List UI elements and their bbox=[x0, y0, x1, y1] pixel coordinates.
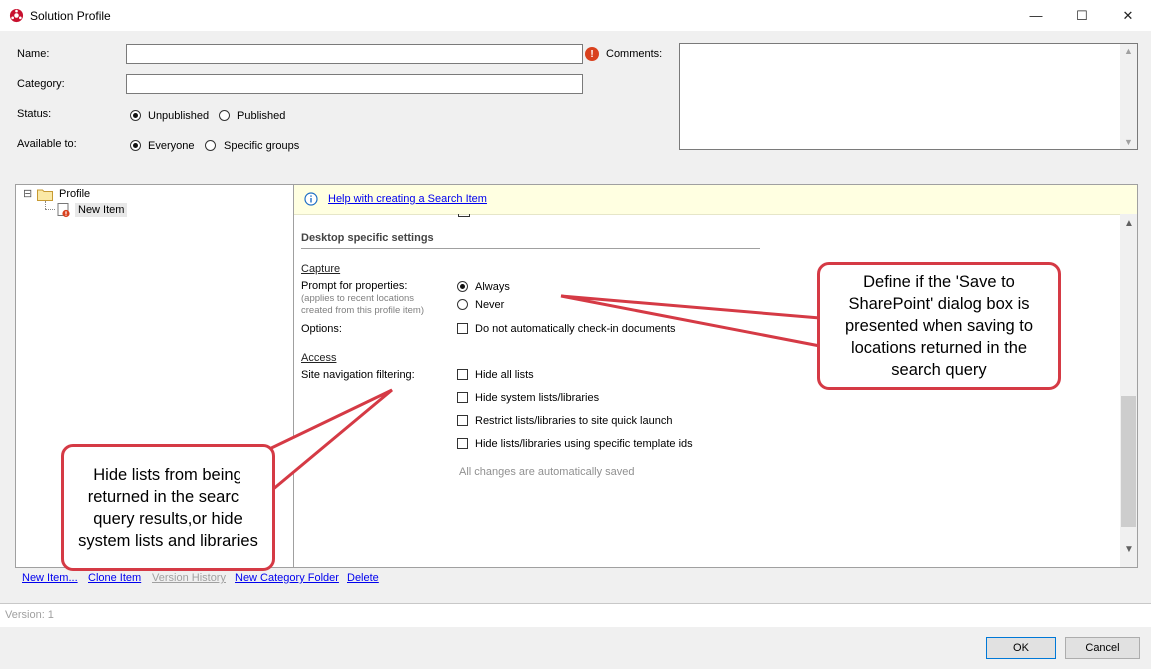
minimize-button[interactable]: — bbox=[1013, 0, 1059, 31]
restrict-quick-launch-label[interactable]: Restrict lists/libraries to site quick l… bbox=[475, 415, 672, 427]
tree-line bbox=[45, 209, 55, 210]
folder-icon bbox=[37, 189, 53, 201]
available-everyone-label[interactable]: Everyone bbox=[148, 140, 194, 152]
hide-all-lists-label[interactable]: Hide all lists bbox=[475, 369, 534, 381]
prompt-never-label[interactable]: Never bbox=[475, 299, 504, 311]
callout-join bbox=[240, 460, 270, 504]
category-input[interactable] bbox=[126, 74, 583, 94]
access-heading: Access bbox=[301, 352, 337, 364]
scroll-down-icon[interactable]: ▼ bbox=[1124, 544, 1134, 555]
callout-join bbox=[820, 306, 825, 358]
comments-label: Comments: bbox=[606, 48, 663, 60]
hide-all-lists-checkbox[interactable] bbox=[457, 369, 468, 380]
name-label: Name: bbox=[17, 48, 50, 60]
comments-textarea[interactable]: ▲ ▼ bbox=[679, 43, 1138, 150]
tree-line bbox=[45, 201, 46, 209]
comments-scrollbar[interactable]: ▲ ▼ bbox=[1120, 44, 1137, 149]
scroll-up-icon[interactable]: ▲ bbox=[1124, 46, 1133, 56]
help-link[interactable]: Help with creating a Search Item bbox=[328, 193, 487, 205]
scroll-up-icon[interactable]: ▲ bbox=[1124, 218, 1134, 229]
site-nav-label: Site navigation filtering: bbox=[301, 369, 415, 381]
scroll-down-icon[interactable]: ▼ bbox=[1124, 137, 1133, 147]
hide-template-ids-checkbox[interactable] bbox=[457, 438, 468, 449]
available-groups-radio[interactable] bbox=[205, 140, 216, 151]
prompt-note: (applies to recent locations created fro… bbox=[301, 293, 425, 316]
clone-item-link[interactable]: Clone Item bbox=[88, 572, 141, 584]
status-published-radio[interactable] bbox=[219, 110, 230, 121]
status-unpublished-radio[interactable] bbox=[130, 110, 141, 121]
autosave-note: All changes are automatically saved bbox=[459, 466, 635, 478]
scroll-thumb[interactable] bbox=[1121, 396, 1136, 527]
version-history-link: Version History bbox=[152, 572, 226, 584]
cancel-button[interactable]: Cancel bbox=[1065, 637, 1140, 659]
prompt-always-radio[interactable] bbox=[457, 281, 468, 292]
callout-prompt-explanation: Define if the 'Save to SharePoint' dialo… bbox=[817, 262, 1061, 390]
document-error-icon bbox=[57, 203, 70, 218]
clipped-checkbox bbox=[458, 214, 470, 217]
version-text: Version: 1 bbox=[5, 609, 54, 621]
status-published-label[interactable]: Published bbox=[237, 110, 285, 122]
tree-item-new-item[interactable]: New Item bbox=[75, 203, 128, 217]
delete-link[interactable]: Delete bbox=[347, 572, 379, 584]
version-bar bbox=[0, 604, 1151, 627]
name-input[interactable] bbox=[126, 44, 583, 64]
status-unpublished-label[interactable]: Unpublished bbox=[148, 110, 209, 122]
restrict-quick-launch-checkbox[interactable] bbox=[457, 415, 468, 426]
ok-button[interactable]: OK bbox=[986, 637, 1056, 659]
prompt-always-label[interactable]: Always bbox=[475, 281, 510, 293]
category-label: Category: bbox=[17, 78, 65, 90]
available-everyone-radio[interactable] bbox=[130, 140, 141, 151]
new-item-link[interactable]: New Item... bbox=[22, 572, 78, 584]
section-divider bbox=[301, 248, 760, 249]
available-label: Available to: bbox=[17, 138, 77, 150]
prompt-label: Prompt for properties: bbox=[301, 280, 408, 292]
new-category-folder-link[interactable]: New Category Folder bbox=[235, 572, 339, 584]
prompt-never-radio[interactable] bbox=[457, 299, 468, 310]
title-bar bbox=[0, 0, 1151, 31]
no-checkin-checkbox[interactable] bbox=[457, 323, 468, 334]
maximize-button[interactable]: ☐ bbox=[1059, 0, 1105, 31]
capture-heading: Capture bbox=[301, 263, 341, 275]
app-logo-icon bbox=[9, 8, 24, 23]
available-groups-label[interactable]: Specific groups bbox=[224, 140, 299, 152]
hide-system-lists-label[interactable]: Hide system lists/libraries bbox=[475, 392, 599, 404]
tree-item-profile[interactable]: Profile bbox=[59, 188, 90, 200]
options-label: Options: bbox=[301, 323, 342, 335]
window-title: Solution Profile bbox=[30, 9, 111, 23]
hide-system-lists-checkbox[interactable] bbox=[457, 392, 468, 403]
hide-template-ids-label[interactable]: Hide lists/libraries using specific temp… bbox=[475, 438, 693, 450]
status-label: Status: bbox=[17, 108, 52, 120]
no-checkin-label[interactable]: Do not automatically check-in documents bbox=[475, 323, 676, 335]
section-title: Desktop specific settings bbox=[301, 232, 434, 244]
close-button[interactable]: ✕ bbox=[1105, 0, 1151, 31]
tree-collapse-icon[interactable]: ⊟ bbox=[23, 187, 32, 200]
error-icon: ! bbox=[585, 47, 599, 61]
info-icon bbox=[304, 192, 318, 206]
